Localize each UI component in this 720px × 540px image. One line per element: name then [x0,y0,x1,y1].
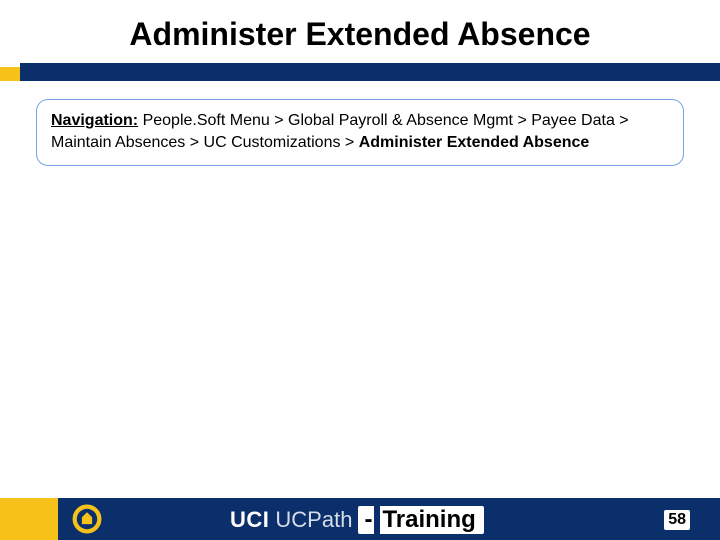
navigation-final: Administer Extended Absence [359,134,590,151]
navigation-callout: Navigation: People.Soft Menu > Global Pa… [36,99,684,166]
footer: UCI UCPath - Training 58 [0,498,720,540]
brand-dash: - [358,506,374,534]
brand-training: Training [380,506,483,534]
brand-ucpath: UCPath [275,507,352,533]
divider-bars [0,63,720,81]
brand-uci: UCI [230,507,269,533]
page-number: 58 [664,510,690,530]
footer-gold-block [0,498,58,540]
blue-bar [20,63,720,81]
uc-seal-icon [70,502,104,536]
navigation-label: Navigation: [51,112,138,129]
slide-title: Administer Extended Absence [0,0,720,63]
footer-brand: UCI UCPath - Training [230,506,484,534]
